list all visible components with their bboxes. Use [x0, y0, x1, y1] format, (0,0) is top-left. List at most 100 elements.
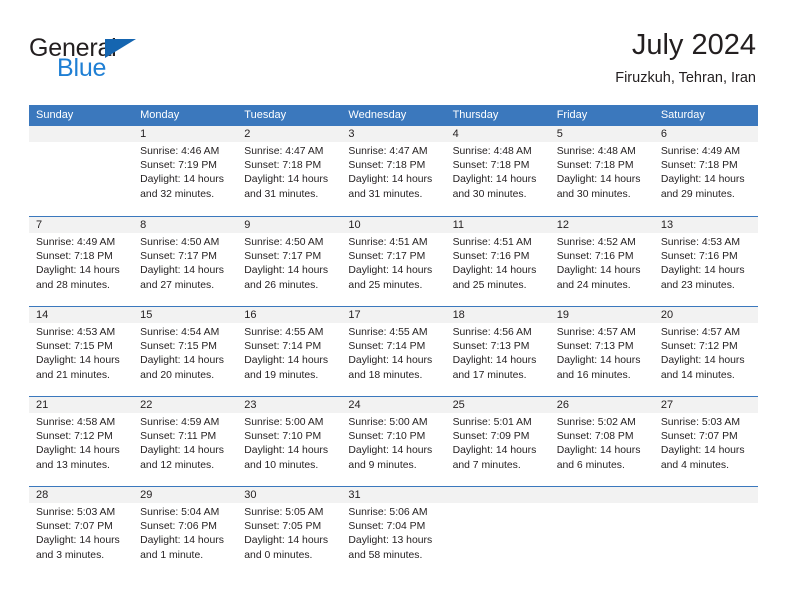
day-number: 2 [237, 126, 342, 142]
day-number [549, 487, 654, 503]
day-sun-info: Sunrise: 4:57 AM Sunset: 7:12 PM Daylight:… [654, 323, 758, 383]
sunrise-text: Sunrise: 4:52 AM [556, 237, 636, 248]
sunrise-text: Sunrise: 4:56 AM [452, 327, 532, 338]
daylight-text-line2: and 32 minutes. [140, 188, 215, 200]
sunset-text: Sunset: 7:18 PM [556, 160, 634, 172]
weekday-header-thursday: Thursday [452, 109, 499, 121]
day-cell[interactable]: 19 Sunrise: 4:57 AM Sunset: 7:13 PM Dayligh… [549, 307, 654, 396]
sunrise-text: Sunrise: 4:57 AM [556, 327, 636, 338]
daylight-text-line2: and 4 minutes. [660, 459, 730, 471]
day-sun-info: Sunrise: 4:59 AM Sunset: 7:11 PM Daylight:… [133, 413, 237, 473]
daylight-text-line1: Daylight: 14 hours [244, 265, 329, 277]
day-sun-info: Sunrise: 4:49 AM Sunset: 7:18 PM Daylight:… [654, 142, 758, 202]
day-number: 24 [341, 397, 446, 413]
page-header: General Blue July 2024 Firuzkuh, Tehran,… [29, 28, 756, 94]
day-cell[interactable]: 6 Sunrise: 4:49 AM Sunset: 7:18 PM Daylight… [653, 126, 758, 216]
sunrise-text: Sunrise: 4:47 AM [348, 146, 428, 157]
sunrise-text: Sunrise: 4:57 AM [660, 327, 740, 338]
day-cell[interactable]: 23 Sunrise: 5:00 AM Sunset: 7:10 PM Dayligh… [237, 397, 342, 486]
day-cell[interactable]: 15 Sunrise: 4:54 AM Sunset: 7:15 PM Dayligh… [133, 307, 238, 396]
day-sun-info: Sunrise: 4:55 AM Sunset: 7:14 PM Daylight:… [237, 323, 341, 383]
day-cell[interactable]: 26 Sunrise: 5:02 AM Sunset: 7:08 PM Dayligh… [549, 397, 654, 486]
day-cell[interactable]: 13 Sunrise: 4:53 AM Sunset: 7:16 PM Dayligh… [653, 217, 758, 306]
day-cell[interactable]: 2 Sunrise: 4:47 AM Sunset: 7:18 PM Daylight… [237, 126, 342, 216]
day-cell[interactable]: 14 Sunrise: 4:53 AM Sunset: 7:15 PM Dayligh… [29, 307, 134, 396]
day-cell[interactable]: 3 Sunrise: 4:47 AM Sunset: 7:18 PM Daylight… [341, 126, 446, 216]
day-sun-info: Sunrise: 4:56 AM Sunset: 7:13 PM Daylight:… [446, 323, 550, 383]
daylight-text-line1: Daylight: 14 hours [556, 174, 641, 186]
sunrise-text: Sunrise: 4:48 AM [556, 146, 636, 157]
day-cell[interactable]: 27 Sunrise: 5:03 AM Sunset: 7:07 PM Dayligh… [653, 397, 758, 486]
day-number [445, 487, 550, 503]
sunrise-text: Sunrise: 4:50 AM [140, 237, 220, 248]
day-cell[interactable]: 1 Sunrise: 4:46 AM Sunset: 7:19 PM Daylight… [133, 126, 238, 216]
sunset-text: Sunset: 7:06 PM [140, 521, 217, 533]
sunset-text: Sunset: 7:11 PM [140, 431, 217, 443]
sunrise-text: Sunrise: 4:53 AM [36, 327, 116, 338]
day-number: 28 [29, 487, 134, 503]
day-number: 30 [237, 487, 342, 503]
daylight-text-line2: and 13 minutes. [36, 459, 110, 471]
sunset-text: Sunset: 7:15 PM [140, 341, 217, 353]
daylight-text-line2: and 6 minutes. [556, 459, 625, 471]
day-cell[interactable]: 7 Sunrise: 4:49 AM Sunset: 7:18 PM Daylight… [29, 217, 134, 306]
daylight-text-line2: and 17 minutes. [452, 369, 527, 381]
sunset-text: Sunset: 7:19 PM [140, 160, 217, 172]
sunset-text: Sunset: 7:13 PM [556, 341, 634, 353]
sunset-text: Sunset: 7:17 PM [244, 251, 322, 263]
day-sun-info: Sunrise: 4:52 AM Sunset: 7:16 PM Daylight:… [550, 233, 654, 293]
day-sun-info: Sunrise: 4:53 AM Sunset: 7:16 PM Daylight:… [654, 233, 758, 293]
daylight-text-line2: and 29 minutes. [660, 188, 735, 200]
daylight-text-line2: and 30 minutes. [452, 188, 527, 200]
daylight-text-line2: and 1 minute. [140, 549, 204, 561]
calendar-week-row: 14 Sunrise: 4:53 AM Sunset: 7:15 PM Dayligh… [29, 306, 758, 396]
day-cell[interactable]: 31 Sunrise: 5:06 AM Sunset: 7:04 PM Dayligh… [341, 487, 446, 576]
day-cell[interactable]: 17 Sunrise: 4:55 AM Sunset: 7:14 PM Dayligh… [341, 307, 446, 396]
sunrise-text: Sunrise: 4:55 AM [244, 327, 324, 338]
day-sun-info: Sunrise: 4:57 AM Sunset: 7:13 PM Daylight:… [550, 323, 654, 383]
day-cell[interactable]: 5 Sunrise: 4:48 AM Sunset: 7:18 PM Daylight… [549, 126, 654, 216]
general-blue-logo[interactable]: General Blue [29, 34, 229, 90]
day-number: 27 [653, 397, 758, 413]
day-cell[interactable]: 10 Sunrise: 4:51 AM Sunset: 7:17 PM Dayligh… [341, 217, 446, 306]
day-cell[interactable]: 12 Sunrise: 4:52 AM Sunset: 7:16 PM Dayligh… [549, 217, 654, 306]
daylight-text-line1: Daylight: 14 hours [36, 265, 120, 277]
sunrise-text: Sunrise: 5:03 AM [36, 507, 116, 518]
daylight-text-line1: Daylight: 14 hours [348, 355, 433, 367]
weekday-header-row: Sunday Monday Tuesday Wednesday Thursday… [29, 105, 758, 126]
day-cell[interactable]: 29 Sunrise: 5:04 AM Sunset: 7:06 PM Dayligh… [133, 487, 238, 576]
day-cell[interactable]: 18 Sunrise: 4:56 AM Sunset: 7:13 PM Dayligh… [445, 307, 550, 396]
day-cell[interactable]: 22 Sunrise: 4:59 AM Sunset: 7:11 PM Dayligh… [133, 397, 238, 486]
daylight-text-line1: Daylight: 14 hours [452, 174, 537, 186]
day-cell[interactable]: 9 Sunrise: 4:50 AM Sunset: 7:17 PM Daylight… [237, 217, 342, 306]
day-sun-info: Sunrise: 4:51 AM Sunset: 7:17 PM Daylight:… [341, 233, 445, 293]
day-cell[interactable]: 28 Sunrise: 5:03 AM Sunset: 7:07 PM Dayligh… [29, 487, 134, 576]
day-cell[interactable]: 30 Sunrise: 5:05 AM Sunset: 7:05 PM Dayligh… [237, 487, 342, 576]
day-cell[interactable]: 25 Sunrise: 5:01 AM Sunset: 7:09 PM Dayligh… [445, 397, 550, 486]
day-cell[interactable]: 16 Sunrise: 4:55 AM Sunset: 7:14 PM Dayligh… [237, 307, 342, 396]
daylight-text-line2: and 23 minutes. [660, 279, 735, 291]
day-sun-info: Sunrise: 4:50 AM Sunset: 7:17 PM Daylight:… [237, 233, 341, 293]
day-cell-empty [549, 487, 654, 576]
daylight-text-line2: and 14 minutes. [660, 369, 735, 381]
sunset-text: Sunset: 7:18 PM [348, 160, 426, 172]
sunset-text: Sunset: 7:12 PM [660, 341, 738, 353]
daylight-text-line2: and 26 minutes. [244, 279, 319, 291]
day-sun-info: Sunrise: 4:53 AM Sunset: 7:15 PM Daylight:… [29, 323, 133, 383]
day-cell[interactable]: 4 Sunrise: 4:48 AM Sunset: 7:18 PM Daylight… [445, 126, 550, 216]
daylight-text-line2: and 25 minutes. [348, 279, 423, 291]
day-cell[interactable]: 21 Sunrise: 4:58 AM Sunset: 7:12 PM Dayligh… [29, 397, 134, 486]
calendar-week-row: 28 Sunrise: 5:03 AM Sunset: 7:07 PM Dayligh… [29, 486, 758, 576]
day-cell[interactable]: 8 Sunrise: 4:50 AM Sunset: 7:17 PM Daylight… [133, 217, 238, 306]
daylight-text-line1: Daylight: 14 hours [36, 535, 120, 547]
daylight-text-line1: Daylight: 14 hours [348, 265, 433, 277]
day-number: 25 [445, 397, 550, 413]
day-cell[interactable]: 20 Sunrise: 4:57 AM Sunset: 7:12 PM Dayligh… [653, 307, 758, 396]
sunrise-text: Sunrise: 4:55 AM [348, 327, 428, 338]
daylight-text-line1: Daylight: 14 hours [452, 265, 537, 277]
weekday-header-monday: Monday [140, 109, 180, 121]
daylight-text-line1: Daylight: 14 hours [660, 174, 745, 186]
day-cell[interactable]: 11 Sunrise: 4:51 AM Sunset: 7:16 PM Dayligh… [445, 217, 550, 306]
sunset-text: Sunset: 7:10 PM [348, 431, 426, 443]
day-cell[interactable]: 24 Sunrise: 5:00 AM Sunset: 7:10 PM Dayligh… [341, 397, 446, 486]
